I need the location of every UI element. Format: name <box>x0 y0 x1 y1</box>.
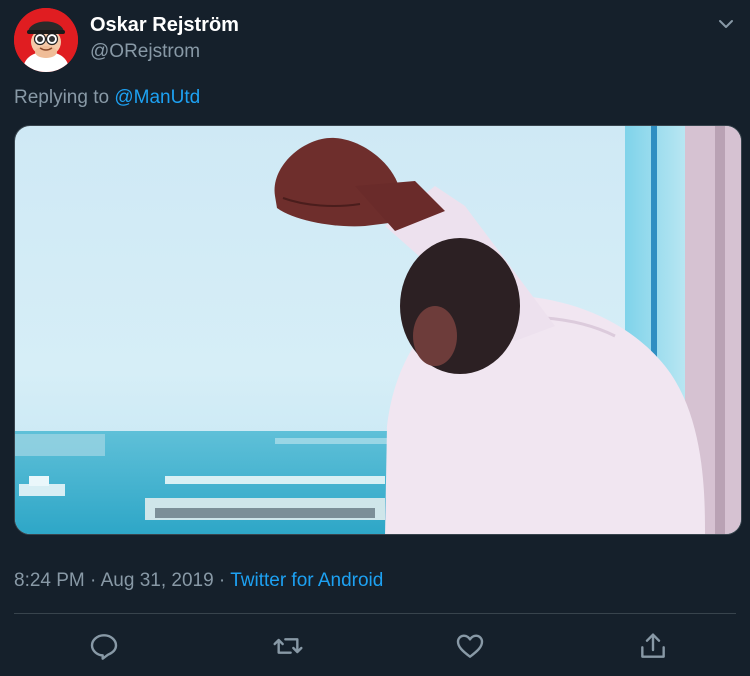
chevron-down-icon[interactable] <box>714 12 738 36</box>
replying-to: Replying to @ManUtd <box>14 87 200 109</box>
reply-icon[interactable] <box>88 630 120 662</box>
tweet: Oskar Rejström @ORejstrom Replying to @M… <box>0 0 750 676</box>
retweet-icon[interactable] <box>272 630 304 662</box>
media-video[interactable] <box>14 125 742 535</box>
video-thumbnail <box>15 126 741 534</box>
author-name[interactable]: Oskar Rejström <box>90 14 239 37</box>
divider <box>14 613 736 614</box>
share-icon[interactable] <box>637 630 669 662</box>
avatar[interactable] <box>14 8 78 72</box>
cartoon-avatar-icon <box>14 8 78 72</box>
tweet-date[interactable]: Aug 31, 2019 <box>101 570 214 591</box>
meta-separator: · <box>84 570 101 591</box>
tweet-source[interactable]: Twitter for Android <box>230 570 383 591</box>
tweet-time[interactable]: 8:24 PM <box>14 570 85 591</box>
tweet-meta: 8:24 PM · Aug 31, 2019 · Twitter for And… <box>14 570 383 592</box>
mention-link[interactable]: @ManUtd <box>114 87 200 108</box>
heart-icon[interactable] <box>454 630 486 662</box>
meta-separator-2: · <box>213 570 231 591</box>
replying-prefix: Replying to <box>14 87 115 108</box>
action-bar <box>0 628 750 664</box>
author-handle[interactable]: @ORejstrom <box>90 41 200 63</box>
